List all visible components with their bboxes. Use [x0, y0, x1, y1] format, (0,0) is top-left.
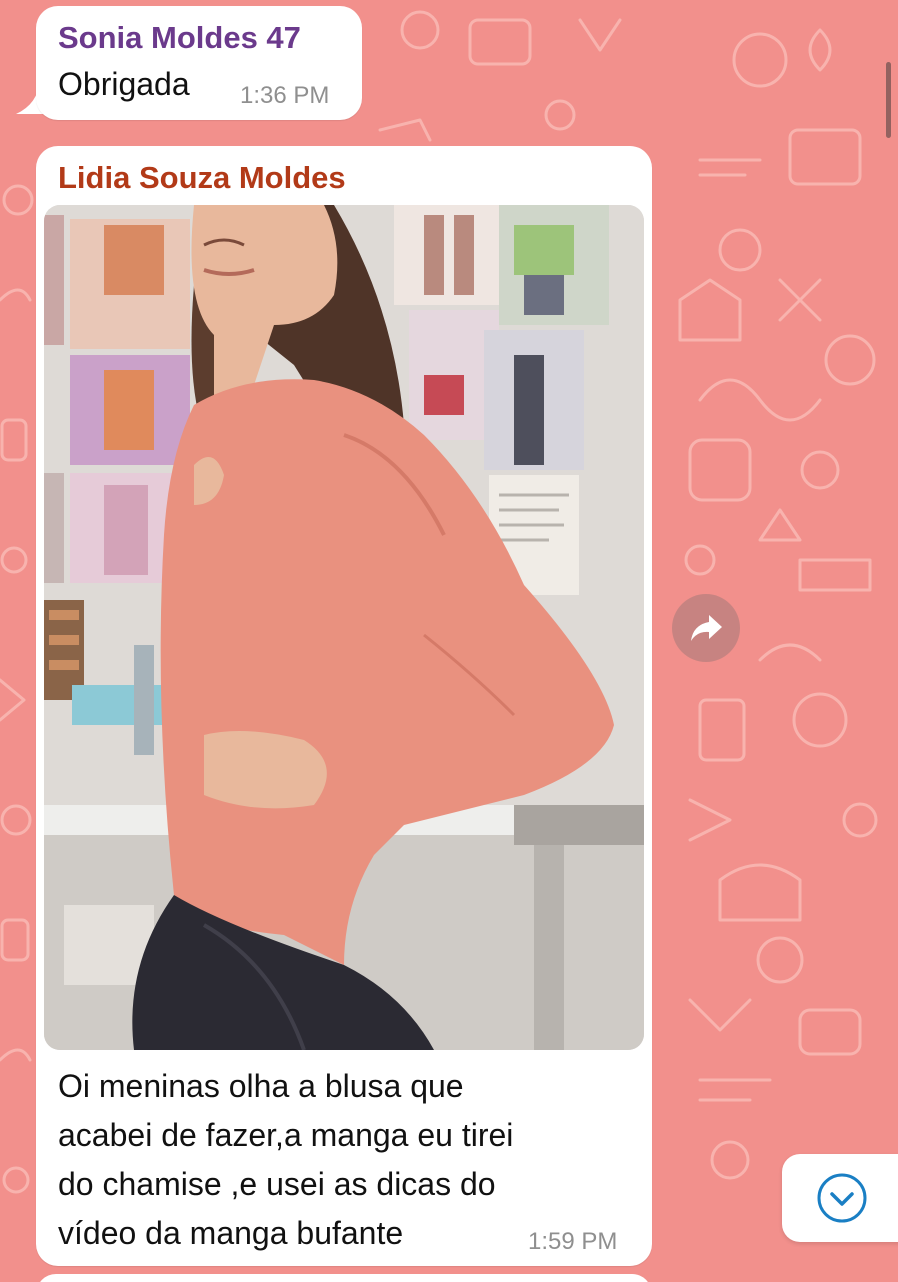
- next-message-bubble[interactable]: [36, 1274, 652, 1282]
- forward-arrow-icon: [691, 615, 722, 641]
- sender-name[interactable]: Lidia Souza Moldes: [58, 160, 346, 196]
- message-text: Obrigada: [58, 66, 190, 102]
- forward-button[interactable]: [672, 594, 740, 662]
- message-photo[interactable]: [44, 205, 644, 1050]
- message-time: 1:59 PM: [528, 1228, 618, 1255]
- message-bubble[interactable]: Sonia Moldes 47 Obrigada 1:36 PM: [36, 6, 362, 120]
- sender-name[interactable]: Sonia Moldes 47: [58, 20, 301, 56]
- message-time: 1:36 PM: [240, 82, 330, 109]
- chevron-down-circle-icon: [817, 1173, 867, 1223]
- message-bubble[interactable]: Lidia Souza Moldes Oi meninas olha a blu…: [36, 146, 652, 1266]
- scrollbar[interactable]: [886, 62, 891, 138]
- scroll-to-bottom-button[interactable]: [782, 1154, 898, 1242]
